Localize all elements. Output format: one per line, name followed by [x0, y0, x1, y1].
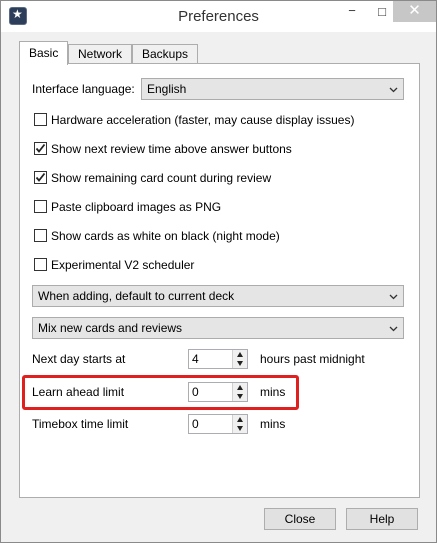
title-bar[interactable]: Preferences − □ ✕: [1, 1, 436, 32]
v2-scheduler-checkbox[interactable]: [34, 258, 47, 271]
tab-network[interactable]: Network: [68, 44, 133, 64]
close-window-button[interactable]: ✕: [393, 1, 436, 22]
show-next-review-time-checkbox[interactable]: [34, 142, 47, 155]
paste-png-checkbox[interactable]: [34, 200, 47, 213]
interface-language-value: English: [147, 82, 187, 96]
caret-down-icon: [237, 426, 243, 431]
highlight-box: [22, 375, 299, 410]
paste-png-label: Paste clipboard images as PNG: [51, 200, 222, 214]
timebox-unit: mins: [260, 417, 286, 431]
next-day-unit: hours past midnight: [260, 352, 365, 366]
preferences-window: Preferences − □ ✕ Basic Network Backups …: [0, 0, 437, 543]
chevron-down-icon: [389, 294, 398, 300]
new-review-mix-value: Mix new cards and reviews: [38, 321, 183, 335]
next-day-label: Next day starts at: [32, 352, 126, 366]
next-day-value: 4: [192, 352, 199, 366]
night-mode-label: Show cards as white on black (night mode…: [51, 229, 280, 243]
new-review-mix-select[interactable]: Mix new cards and reviews: [32, 317, 404, 339]
v2-scheduler-label: Experimental V2 scheduler: [51, 258, 195, 272]
checkmark-icon: [35, 172, 46, 182]
chevron-down-icon: [389, 87, 398, 93]
spin-down-button[interactable]: [233, 424, 247, 433]
hardware-acceleration-checkbox[interactable]: [34, 113, 47, 126]
help-button[interactable]: Help: [346, 508, 418, 530]
interface-language-select[interactable]: English: [141, 78, 404, 100]
chevron-down-icon: [389, 326, 398, 332]
night-mode-checkbox[interactable]: [34, 229, 47, 242]
default-deck-value: When adding, default to current deck: [38, 289, 235, 303]
caret-up-icon: [237, 352, 243, 357]
show-remaining-count-label: Show remaining card count during review: [51, 171, 272, 185]
timebox-value: 0: [192, 417, 199, 431]
caret-down-icon: [237, 361, 243, 366]
caret-up-icon: [237, 417, 243, 422]
close-button[interactable]: Close: [264, 508, 336, 530]
timebox-label: Timebox time limit: [32, 417, 129, 431]
tab-basic[interactable]: Basic: [19, 41, 69, 65]
show-next-review-time-label: Show next review time above answer butto…: [51, 142, 292, 156]
minimize-button[interactable]: −: [337, 3, 367, 25]
spin-down-button[interactable]: [233, 359, 247, 368]
default-deck-select[interactable]: When adding, default to current deck: [32, 285, 404, 307]
hardware-acceleration-label: Hardware acceleration (faster, may cause…: [51, 113, 355, 127]
tab-backups[interactable]: Backups: [132, 44, 199, 64]
next-day-spinbox[interactable]: 4: [188, 349, 248, 369]
checkmark-icon: [35, 143, 46, 153]
timebox-spinbox[interactable]: 0: [188, 414, 248, 434]
show-remaining-count-checkbox[interactable]: [34, 171, 47, 184]
interface-language-label: Interface language:: [32, 82, 135, 96]
